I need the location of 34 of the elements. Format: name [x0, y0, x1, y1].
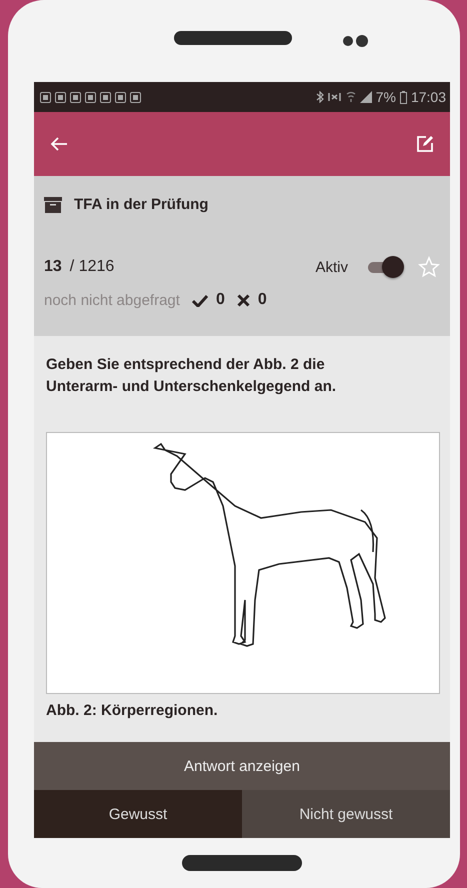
query-status: noch nicht abgefragt — [44, 292, 180, 308]
battery-icon — [400, 90, 407, 104]
cross-icon — [236, 294, 250, 306]
star-icon[interactable] — [418, 256, 440, 278]
wifi-icon — [346, 91, 356, 103]
card-total: / 1216 — [70, 258, 114, 276]
deck-title: TFA in der Prüfung — [74, 196, 208, 213]
signal-icon — [360, 91, 372, 103]
notification-icon — [55, 92, 66, 102]
notification-icon — [115, 92, 126, 102]
card-number: 13 — [44, 258, 62, 276]
home-button[interactable] — [182, 855, 302, 871]
check-icon — [192, 294, 208, 306]
answer-button[interactable]: Nicht gewusst — [242, 790, 450, 838]
unknown-count: 0 — [258, 291, 267, 309]
active-label: Aktiv — [315, 258, 348, 276]
back-arrow-icon — [50, 136, 68, 152]
clock: 17:03 — [410, 89, 446, 105]
notification-icon — [70, 92, 81, 102]
camera-icon — [342, 34, 370, 48]
active-switch[interactable] — [366, 255, 404, 279]
notification-icon — [130, 92, 141, 102]
notification-icon — [85, 92, 96, 102]
notification-icon — [100, 92, 111, 102]
battery-percentage: 7% — [376, 89, 396, 105]
answer-button[interactable]: Gewusst — [34, 790, 242, 838]
archive-box-icon — [44, 196, 62, 212]
edit-icon — [416, 135, 434, 153]
show-answer-button[interactable]: Antwort anzeigen — [34, 742, 450, 790]
bluetooth-icon — [316, 91, 324, 103]
figure-caption: Abb. 2: Körperregionen. — [46, 702, 219, 719]
question-text: Geben Sie entsprechend der Abb. 2 die Unterarm- und Unterschenkelgegend an. — [46, 355, 338, 397]
notification-icon — [40, 92, 51, 102]
known-count: 0 — [216, 291, 225, 309]
